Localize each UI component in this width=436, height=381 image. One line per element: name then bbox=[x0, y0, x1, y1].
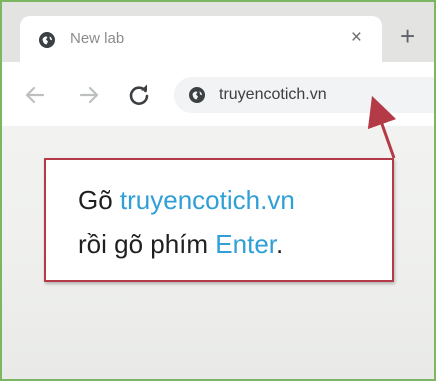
address-text[interactable]: truyencotich.vn bbox=[219, 85, 327, 105]
address-bar[interactable]: truyencotich.vn bbox=[174, 77, 434, 113]
instruction-prefix: Gõ bbox=[78, 185, 120, 215]
instruction-url: truyencotich.vn bbox=[119, 185, 295, 215]
instruction-callout: Gõ truyencotich.vn rồi gõ phím Enter. bbox=[44, 158, 394, 282]
arrow-right-icon[interactable] bbox=[76, 82, 102, 108]
instruction-line-1: Gõ truyencotich.vn bbox=[78, 184, 295, 216]
instruction-prefix-2: rồi gõ phím bbox=[78, 229, 216, 259]
instruction-line-2: rồi gõ phím Enter. bbox=[78, 228, 283, 260]
screenshot-frame: New lab × + truyencotich.vn Gõ truyencot… bbox=[0, 0, 436, 381]
instruction-key: Enter bbox=[215, 229, 277, 259]
browser-tab[interactable]: New lab × bbox=[20, 16, 382, 62]
globe-icon bbox=[39, 32, 55, 48]
reload-icon[interactable] bbox=[126, 82, 152, 108]
browser-toolbar: truyencotich.vn bbox=[2, 62, 434, 126]
arrow-left-icon[interactable] bbox=[22, 82, 48, 108]
tab-strip: New lab × + bbox=[2, 2, 434, 62]
tab-title: New lab bbox=[70, 30, 125, 47]
new-tab-button[interactable]: + bbox=[400, 23, 415, 49]
globe-icon bbox=[189, 87, 205, 103]
close-tab-icon[interactable]: × bbox=[351, 28, 362, 48]
instruction-suffix: . bbox=[276, 229, 284, 259]
